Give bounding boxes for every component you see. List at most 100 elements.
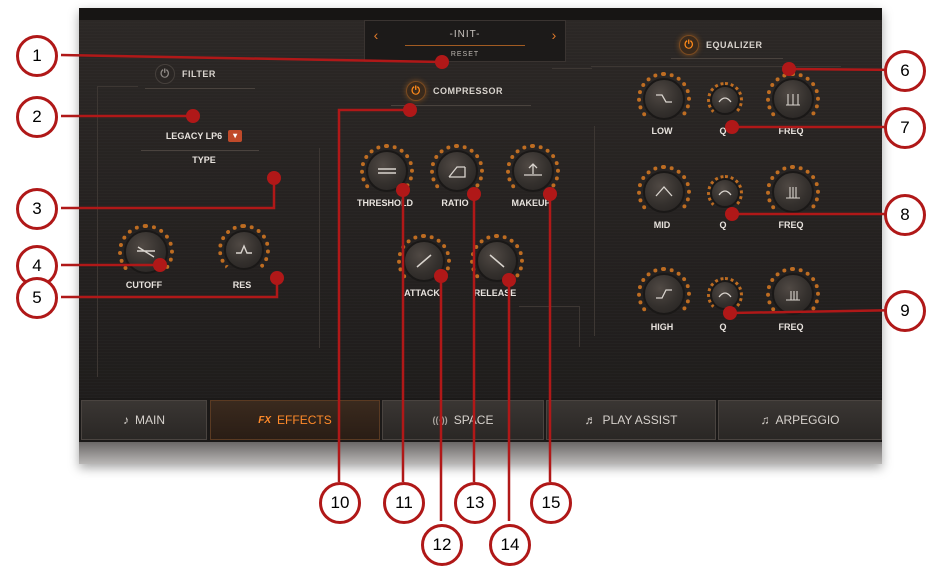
prev-preset-button[interactable]: ‹ [369,28,383,42]
fx-icon: FX [258,414,272,426]
callout-10: 10 [319,482,361,524]
low-q-knob[interactable] [707,82,743,118]
filter-type-label: TYPE [192,155,216,165]
arpeggio-icon: ♫ [760,413,770,427]
makeup-gain-icon [524,163,542,176]
high-freq-label: FREQ [778,322,804,332]
callout-7: 7 [884,107,926,149]
low-freq-label: FREQ [778,126,804,136]
filter-separator [319,148,321,348]
attack-knob[interactable] [397,234,451,288]
preset-reset-button[interactable]: RESET [395,51,535,58]
tab-main-label: MAIN [135,413,165,427]
attack-label: ATTACK [404,288,440,298]
freq-icon [786,94,800,106]
release-icon [489,254,505,268]
resonance-icon [236,244,252,254]
tab-space[interactable]: ((◦)) SPACE [382,400,544,440]
filter-title: FILTER [182,69,216,79]
callout-12: 12 [421,524,463,566]
callout-15: 15 [530,482,572,524]
callout-8: 8 [884,194,926,236]
high-freq-knob[interactable] [766,267,820,321]
tab-bar: ♪ MAIN FX EFFECTS ((◦)) SPACE ♬ PLAY ASS… [79,398,882,442]
q-icon [718,292,732,298]
callout-14: 14 [489,524,531,566]
compressor-divider [391,105,531,106]
plugin-window: ‹ › -INIT- RESET ⏻ FILTER LEGACY LP6 ▾ T… [79,8,882,464]
tab-play-assist[interactable]: ♬ PLAY ASSIST [546,400,716,440]
tab-effects[interactable]: FX EFFECTS [210,400,380,440]
compressor-power-icon[interactable]: ⏻ [406,81,426,101]
filter-power-icon[interactable]: ⏻ [155,64,175,84]
chevron-down-icon[interactable]: ▾ [228,130,243,142]
compressor-frame [519,306,580,347]
filter-header: ⏻ FILTER [155,64,216,84]
equalizer-title: EQUALIZER [706,40,763,50]
res-label: RES [232,280,252,290]
play-assist-icon: ♬ [584,413,597,427]
tab-space-label: SPACE [453,413,494,427]
ratio-knob[interactable] [430,144,484,198]
guitar-icon: ♪ [123,413,129,427]
bottom-edge [79,442,882,464]
mid-peak-icon [655,186,673,197]
release-knob[interactable] [470,234,524,288]
compressor-header: ⏻ COMPRESSOR [406,81,503,101]
mid-freq-knob[interactable] [766,165,820,219]
equalizer-header: ⏻ EQUALIZER [679,35,763,55]
attack-icon [416,254,432,268]
compressor-title: COMPRESSOR [433,86,504,96]
preset-selector: ‹ › -INIT- RESET [364,20,566,62]
equalizer-divider [671,58,783,59]
low-shelf-icon [656,94,672,103]
filter-type-divider [141,150,259,151]
high-shelf-icon [656,289,672,299]
equalizer-frame-left [594,126,596,336]
mid-q-knob[interactable] [707,175,743,211]
tab-main[interactable]: ♪ MAIN [81,400,207,440]
callout-9: 9 [884,290,926,332]
high-gain-knob[interactable] [637,267,691,321]
callout-13: 13 [454,482,496,524]
threshold-label: THRESHOLD [357,198,413,208]
equalizer-frame-top [591,66,841,68]
filter-frame [97,86,138,377]
tab-effects-label: EFFECTS [277,413,332,427]
release-label: RELEASE [473,288,517,298]
tab-arpeggio-label: ARPEGGIO [775,413,840,427]
res-knob[interactable] [218,224,270,276]
makeup-knob[interactable] [506,144,560,198]
callout-6: 6 [884,50,926,92]
low-freq-knob[interactable] [766,72,820,126]
q-icon [718,97,732,103]
callout-3: 3 [16,188,58,230]
mid-gain-knob[interactable] [637,165,691,219]
freq-icon [786,187,800,199]
tab-play-assist-label: PLAY ASSIST [602,413,678,427]
callout-5: 5 [16,277,58,319]
threshold-knob[interactable] [360,144,414,198]
next-preset-button[interactable]: › [547,28,561,42]
filter-type-dropdown[interactable]: LEGACY LP6 ▾ [149,128,259,144]
ratio-label: RATIO [441,198,469,208]
preset-name[interactable]: -INIT- [395,29,535,40]
top-bar [79,8,882,20]
mid-freq-label: FREQ [778,220,804,230]
callout-11: 11 [383,482,425,524]
high-q-knob[interactable] [707,277,743,313]
equalizer-power-icon[interactable]: ⏻ [679,35,699,55]
low-gain-knob[interactable] [637,72,691,126]
filter-type-value: LEGACY LP6 [165,131,223,141]
tab-arpeggio[interactable]: ♫ ARPEGGIO [718,400,882,440]
compressor-frame-top [552,68,592,99]
callout-1: 1 [16,35,58,77]
filter-divider [145,88,255,89]
callout-2: 2 [16,96,58,138]
makeup-label: MAKEUP [511,198,551,208]
q-icon [718,190,732,196]
preset-divider [405,45,525,46]
threshold-icon [378,168,396,174]
ratio-icon [448,166,466,178]
space-icon: ((◦)) [432,415,448,425]
